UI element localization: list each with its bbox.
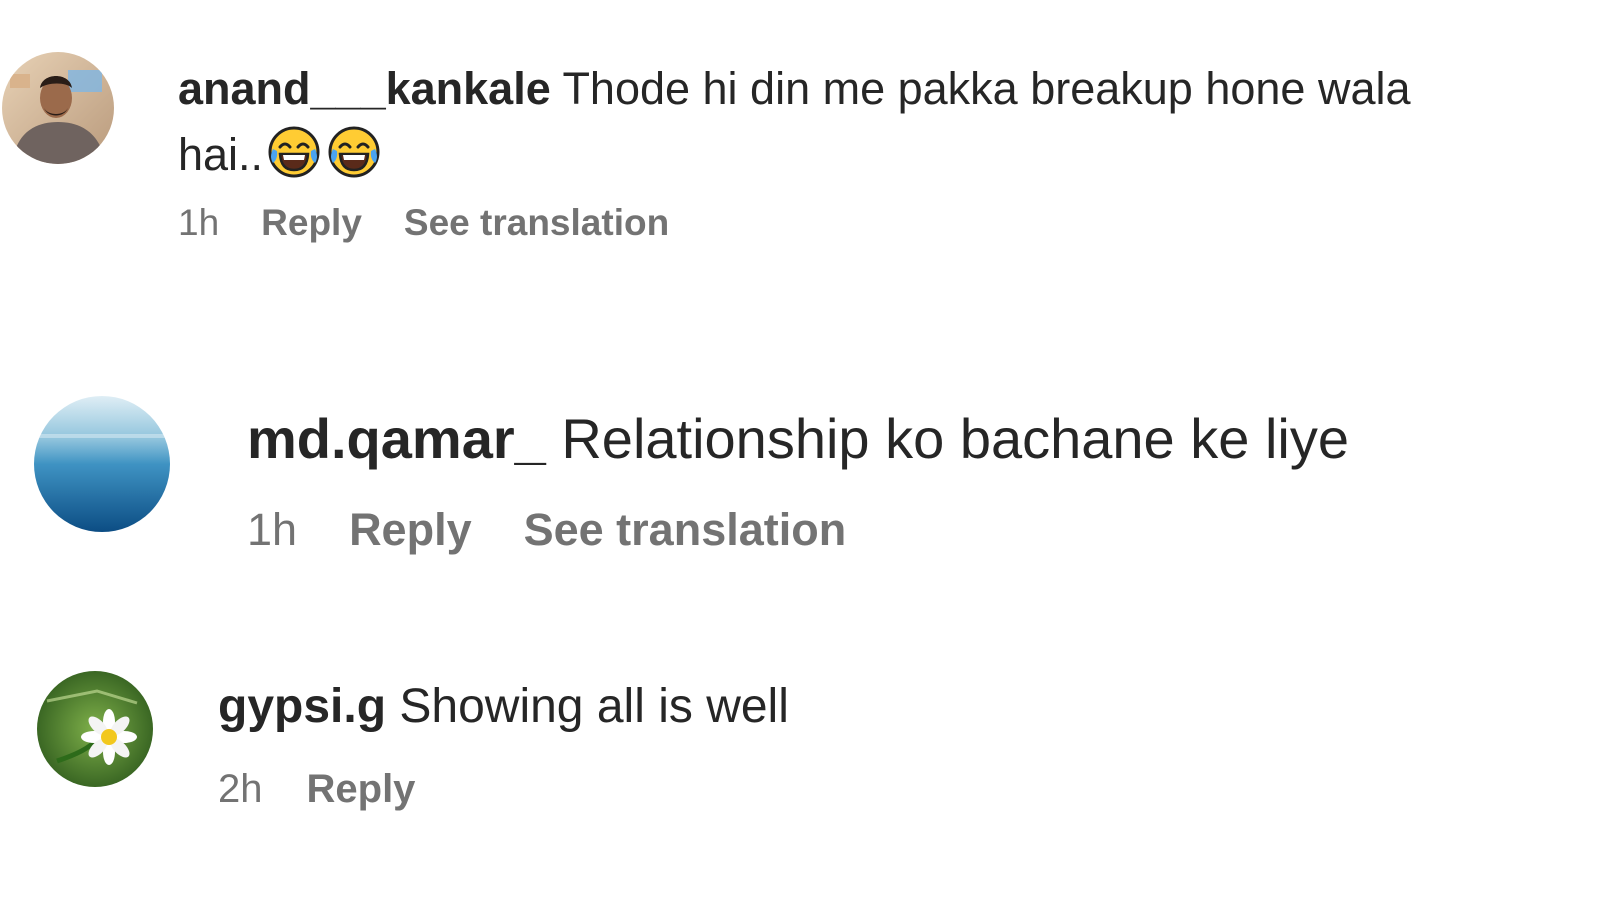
reply-button[interactable]: Reply — [261, 202, 362, 244]
timestamp: 1h — [178, 202, 220, 243]
comment-body: gypsi.g Showing all is well 2h Reply — [218, 677, 1518, 812]
avatar[interactable] — [2, 52, 114, 164]
emoji-group — [267, 125, 381, 179]
comment-meta: 1h Reply See translation — [178, 202, 1508, 244]
ocean-photo-avatar — [34, 396, 170, 532]
username-link[interactable]: md.qamar_ — [247, 407, 546, 470]
reply-button[interactable]: Reply — [349, 504, 472, 556]
username-link[interactable]: gypsi.g — [218, 680, 386, 733]
flower-photo-avatar — [37, 671, 153, 787]
face-with-tears-of-joy-icon — [327, 125, 381, 179]
comment-text: anand___kankale Thode hi din me pakka br… — [178, 56, 1508, 188]
face-with-tears-of-joy-icon — [267, 125, 321, 179]
comment-body: md.qamar_ Relationship ko bachane ke liy… — [247, 404, 1547, 556]
comment-message: Relationship ko bachane ke liye — [561, 407, 1349, 470]
comment-text: gypsi.g Showing all is well — [218, 677, 1518, 737]
avatar[interactable] — [34, 396, 170, 532]
avatar[interactable] — [37, 671, 153, 787]
see-translation-button[interactable]: See translation — [404, 202, 669, 244]
comment-message: Showing all is well — [399, 680, 789, 733]
username-link[interactable]: anand___kankale — [178, 63, 551, 114]
comment-meta: 1h Reply See translation — [247, 504, 1547, 556]
comment-meta: 2h Reply — [218, 767, 1518, 812]
comment-body: anand___kankale Thode hi din me pakka br… — [178, 56, 1508, 244]
see-translation-button[interactable]: See translation — [524, 504, 847, 556]
timestamp: 2h — [218, 767, 263, 811]
comment-text: md.qamar_ Relationship ko bachane ke liy… — [247, 404, 1547, 474]
timestamp: 1h — [247, 504, 298, 555]
reply-button[interactable]: Reply — [307, 767, 416, 812]
user-photo-avatar — [2, 52, 114, 164]
